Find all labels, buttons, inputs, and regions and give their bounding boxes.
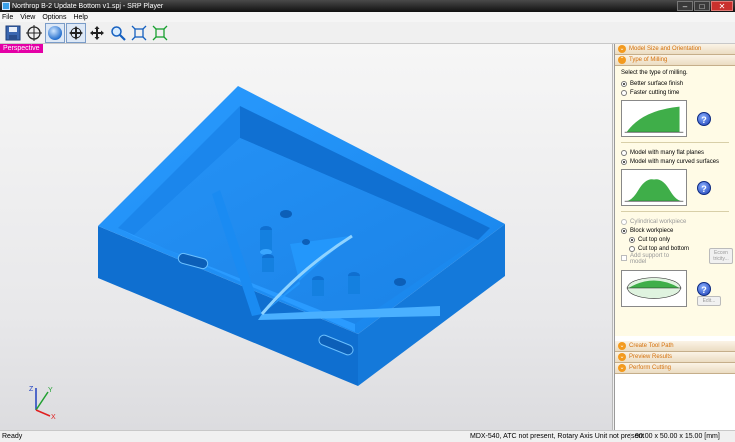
menu-help[interactable]: Help bbox=[73, 14, 87, 21]
minimize-button[interactable]: – bbox=[677, 1, 693, 11]
checkbox-add-support[interactable] bbox=[621, 255, 627, 261]
title-bar: Northrop B-2 Update Bottom v1.spj - SRP … bbox=[0, 0, 735, 12]
fit-all-button[interactable] bbox=[150, 23, 170, 43]
menu-options[interactable]: Options bbox=[42, 14, 66, 21]
axis-triad: Z Y X bbox=[29, 386, 56, 420]
hole-1 bbox=[280, 210, 292, 218]
hole-3 bbox=[302, 239, 310, 245]
divider bbox=[621, 142, 729, 143]
save-button[interactable] bbox=[3, 23, 23, 43]
menu-bar: File View Options Help bbox=[0, 12, 735, 22]
status-machine: MDX-540, ATC not present, Rotary Axis Un… bbox=[470, 433, 645, 440]
maximize-button[interactable]: □ bbox=[694, 1, 710, 11]
wizard-panel: ⌄ Model Size and Orientation ⌃ Type of M… bbox=[614, 44, 735, 430]
option-cut-top[interactable]: Cut top only bbox=[629, 235, 729, 244]
fit-button[interactable] bbox=[129, 23, 149, 43]
hole-2 bbox=[394, 278, 406, 286]
status-ready: Ready bbox=[2, 433, 23, 440]
model-render[interactable] bbox=[0, 44, 613, 430]
menu-view[interactable]: View bbox=[20, 14, 35, 21]
chevron-down-icon: ⌄ bbox=[618, 364, 626, 372]
3d-viewport[interactable]: Perspective Z Y X bbox=[0, 44, 613, 430]
surface-preview-image bbox=[621, 169, 687, 206]
option-curved-surfaces[interactable]: Model with many curved surfaces bbox=[621, 157, 729, 166]
menu-file[interactable]: File bbox=[2, 14, 13, 21]
crosshair-icon bbox=[26, 24, 42, 41]
view-mode-label: Perspective bbox=[0, 44, 43, 53]
chevron-up-icon: ⌃ bbox=[618, 56, 626, 64]
fit-all-icon bbox=[152, 25, 168, 40]
option-cylindrical[interactable]: Cylindrical workpiece bbox=[621, 217, 729, 226]
pan-button[interactable] bbox=[87, 23, 107, 43]
fit-icon bbox=[131, 25, 147, 40]
chevron-down-icon: ⌄ bbox=[618, 353, 626, 361]
rotate-icon bbox=[69, 25, 83, 40]
rotate-button[interactable] bbox=[66, 22, 86, 43]
save-icon bbox=[5, 25, 21, 40]
status-bar: Ready MDX-540, ATC not present, Rotary A… bbox=[0, 430, 735, 442]
radio-faster-cutting[interactable] bbox=[621, 89, 627, 96]
milling-prompt: Select the type of milling. bbox=[621, 70, 688, 76]
radio-cut-top-bottom[interactable] bbox=[629, 245, 635, 252]
divider bbox=[621, 211, 729, 212]
chevron-down-icon: ⌄ bbox=[618, 342, 626, 350]
status-dimensions: 90.00 x 50.00 x 15.00 [mm] bbox=[630, 433, 720, 440]
workpiece-preview-image bbox=[621, 270, 687, 307]
shaded-view-button[interactable] bbox=[45, 22, 65, 43]
help-button-surface[interactable]: ? bbox=[697, 180, 711, 195]
radio-block[interactable] bbox=[621, 227, 627, 234]
radio-cut-top[interactable] bbox=[629, 236, 635, 243]
axis-y-label: Y bbox=[48, 387, 53, 394]
target-button[interactable] bbox=[24, 23, 44, 43]
axis-z-label: Z bbox=[29, 386, 34, 393]
option-better-surface[interactable]: Better surface finish bbox=[621, 79, 729, 88]
app-icon bbox=[2, 2, 10, 10]
finish-preview-image bbox=[621, 100, 687, 137]
milling-options: Select the type of milling. Better surfa… bbox=[615, 66, 735, 336]
option-flat-planes[interactable]: Model with many flat planes bbox=[621, 148, 729, 157]
toolbar bbox=[0, 22, 735, 44]
axis-x-label: X bbox=[51, 414, 56, 420]
edit-button[interactable]: Edit... bbox=[697, 296, 721, 306]
close-button[interactable]: ✕ bbox=[711, 1, 733, 11]
section-model-size[interactable]: ⌄ Model Size and Orientation bbox=[615, 44, 735, 55]
zoom-icon bbox=[111, 25, 126, 41]
help-button-workpiece[interactable]: ? bbox=[697, 281, 711, 296]
section-perform-cutting[interactable]: ⌄ Perform Cutting bbox=[615, 363, 735, 374]
radio-curved-surfaces[interactable] bbox=[621, 158, 627, 165]
help-button-finish[interactable]: ? bbox=[697, 111, 711, 126]
chevron-down-icon: ⌄ bbox=[618, 45, 626, 53]
option-faster-cutting[interactable]: Faster cutting time bbox=[621, 88, 729, 97]
sphere-icon bbox=[48, 25, 62, 40]
zoom-button[interactable] bbox=[108, 23, 128, 43]
radio-flat-planes[interactable] bbox=[621, 149, 627, 156]
section-create-tool-path[interactable]: ⌄ Create Tool Path bbox=[615, 341, 735, 352]
section-preview-results[interactable]: ⌄ Preview Results bbox=[615, 352, 735, 363]
pan-icon bbox=[90, 25, 104, 40]
eccentricity-button[interactable]: Eccen tricity... bbox=[709, 248, 733, 264]
radio-better-surface[interactable] bbox=[621, 80, 627, 87]
option-block[interactable]: Block workpiece bbox=[621, 226, 729, 235]
section-type-of-milling[interactable]: ⌃ Type of Milling bbox=[615, 55, 735, 66]
window-title: Northrop B-2 Update Bottom v1.spj - SRP … bbox=[12, 2, 164, 10]
radio-cylindrical[interactable] bbox=[621, 218, 627, 225]
